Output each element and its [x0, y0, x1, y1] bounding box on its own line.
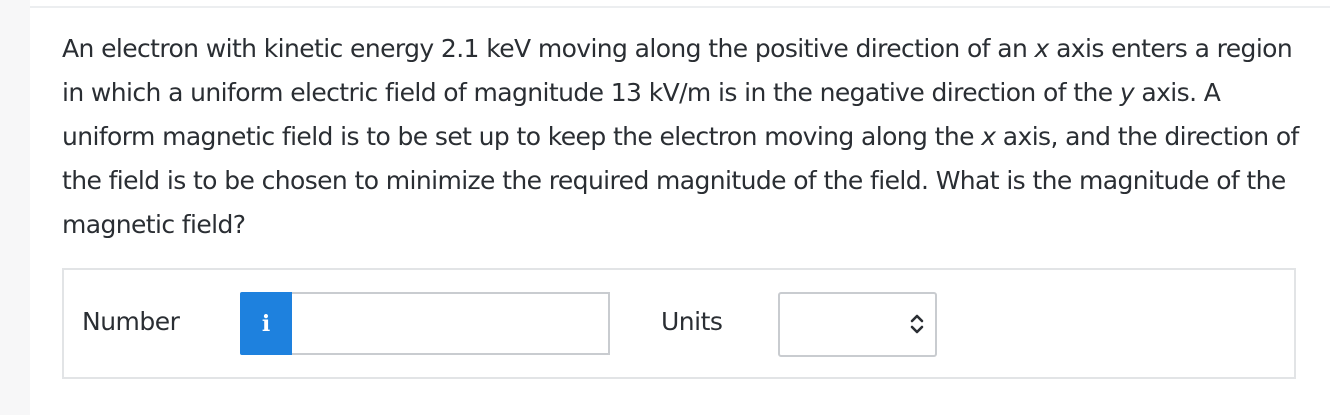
up-down-chevron-icon: [910, 314, 924, 334]
number-input[interactable]: [292, 292, 610, 355]
info-icon[interactable]: i: [240, 292, 292, 355]
info-icon-glyph: i: [261, 310, 271, 337]
top-divider: [30, 6, 1330, 8]
answer-box: Number i Units: [62, 268, 1296, 379]
number-label: Number: [82, 307, 180, 336]
question-page: An electron with kinetic energy 2.1 keV …: [30, 0, 1330, 415]
units-select[interactable]: [778, 292, 937, 357]
question-text: An electron with kinetic energy 2.1 keV …: [62, 34, 1299, 239]
units-label: Units: [661, 307, 723, 336]
